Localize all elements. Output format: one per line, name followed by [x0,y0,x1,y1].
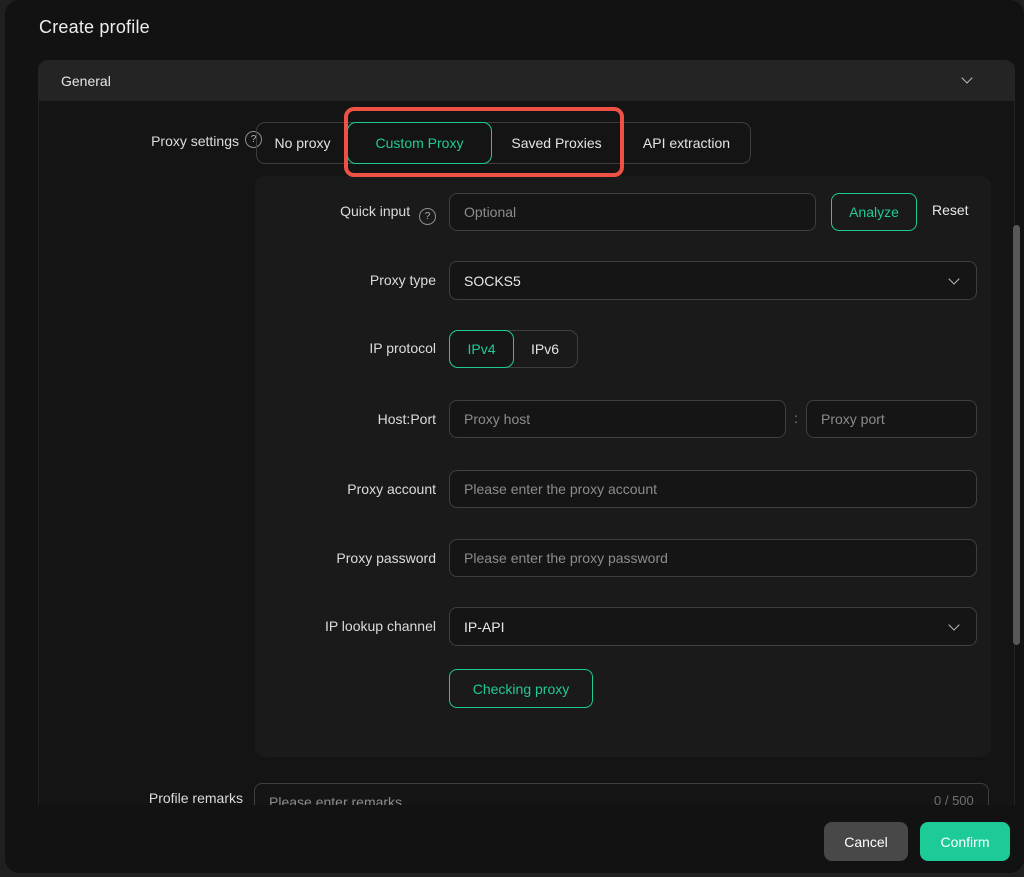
host-port-separator: : [794,410,798,426]
reset-button[interactable]: Reset [932,202,969,218]
ip-protocol-label: IP protocol [255,340,436,356]
proxy-host-input[interactable] [449,400,786,438]
tab-custom-proxy[interactable]: Custom Proxy [347,122,492,164]
proxy-type-select[interactable]: SOCKS5 [449,261,977,300]
quick-input-label: Quick input ? [255,203,436,225]
scrollbar-thumb[interactable] [1013,225,1020,645]
help-icon[interactable]: ? [419,208,436,225]
proxy-settings-tabs: No proxy Custom Proxy Saved Proxies API … [256,122,751,164]
char-counter: 0 / 500 [934,793,974,805]
checking-proxy-button[interactable]: Checking proxy [449,669,593,708]
chevron-down-icon [948,619,959,630]
proxy-port-input[interactable] [806,400,977,438]
general-section-label: General [61,73,111,89]
tab-saved-proxies[interactable]: Saved Proxies [491,123,622,163]
tab-api-extraction[interactable]: API extraction [622,123,750,163]
ip-protocol-group: IPv4 IPv6 [449,330,578,368]
quick-input-field[interactable] [449,193,816,231]
analyze-button[interactable]: Analyze [831,193,917,231]
modal-footer: Cancel Confirm [10,805,1024,873]
cancel-button[interactable]: Cancel [824,822,908,861]
confirm-button[interactable]: Confirm [920,822,1010,861]
tab-no-proxy[interactable]: No proxy [257,123,348,163]
custom-proxy-panel: Quick input ? Analyze Reset Proxy type S… [255,176,991,757]
general-section-header[interactable]: General [38,60,1015,101]
quick-input-label-text: Quick input [340,203,410,219]
ipv6-button[interactable]: IPv6 [513,331,577,367]
proxy-settings-label: Proxy settings [39,133,239,149]
proxy-account-label: Proxy account [255,481,436,497]
profile-remarks-label: Profile remarks [39,790,243,805]
profile-remarks-textarea[interactable] [254,783,989,805]
general-section-body: Proxy settings ? No proxy Custom Proxy S… [38,101,1015,805]
chevron-down-icon [948,273,959,284]
host-port-label: Host:Port [255,411,436,427]
ip-lookup-channel-value: IP-API [464,619,504,635]
proxy-account-input[interactable] [449,470,977,508]
proxy-type-value: SOCKS5 [464,273,521,289]
ip-lookup-channel-select[interactable]: IP-API [449,607,977,646]
chevron-down-icon [961,72,972,83]
page-title: Create profile [39,17,150,38]
proxy-password-label: Proxy password [255,550,436,566]
ip-lookup-channel-label: IP lookup channel [255,618,436,634]
create-profile-modal: Create profile General Proxy settings ? … [5,0,1024,873]
proxy-password-input[interactable] [449,539,977,577]
ipv4-button[interactable]: IPv4 [449,330,514,368]
proxy-type-label: Proxy type [255,272,436,288]
